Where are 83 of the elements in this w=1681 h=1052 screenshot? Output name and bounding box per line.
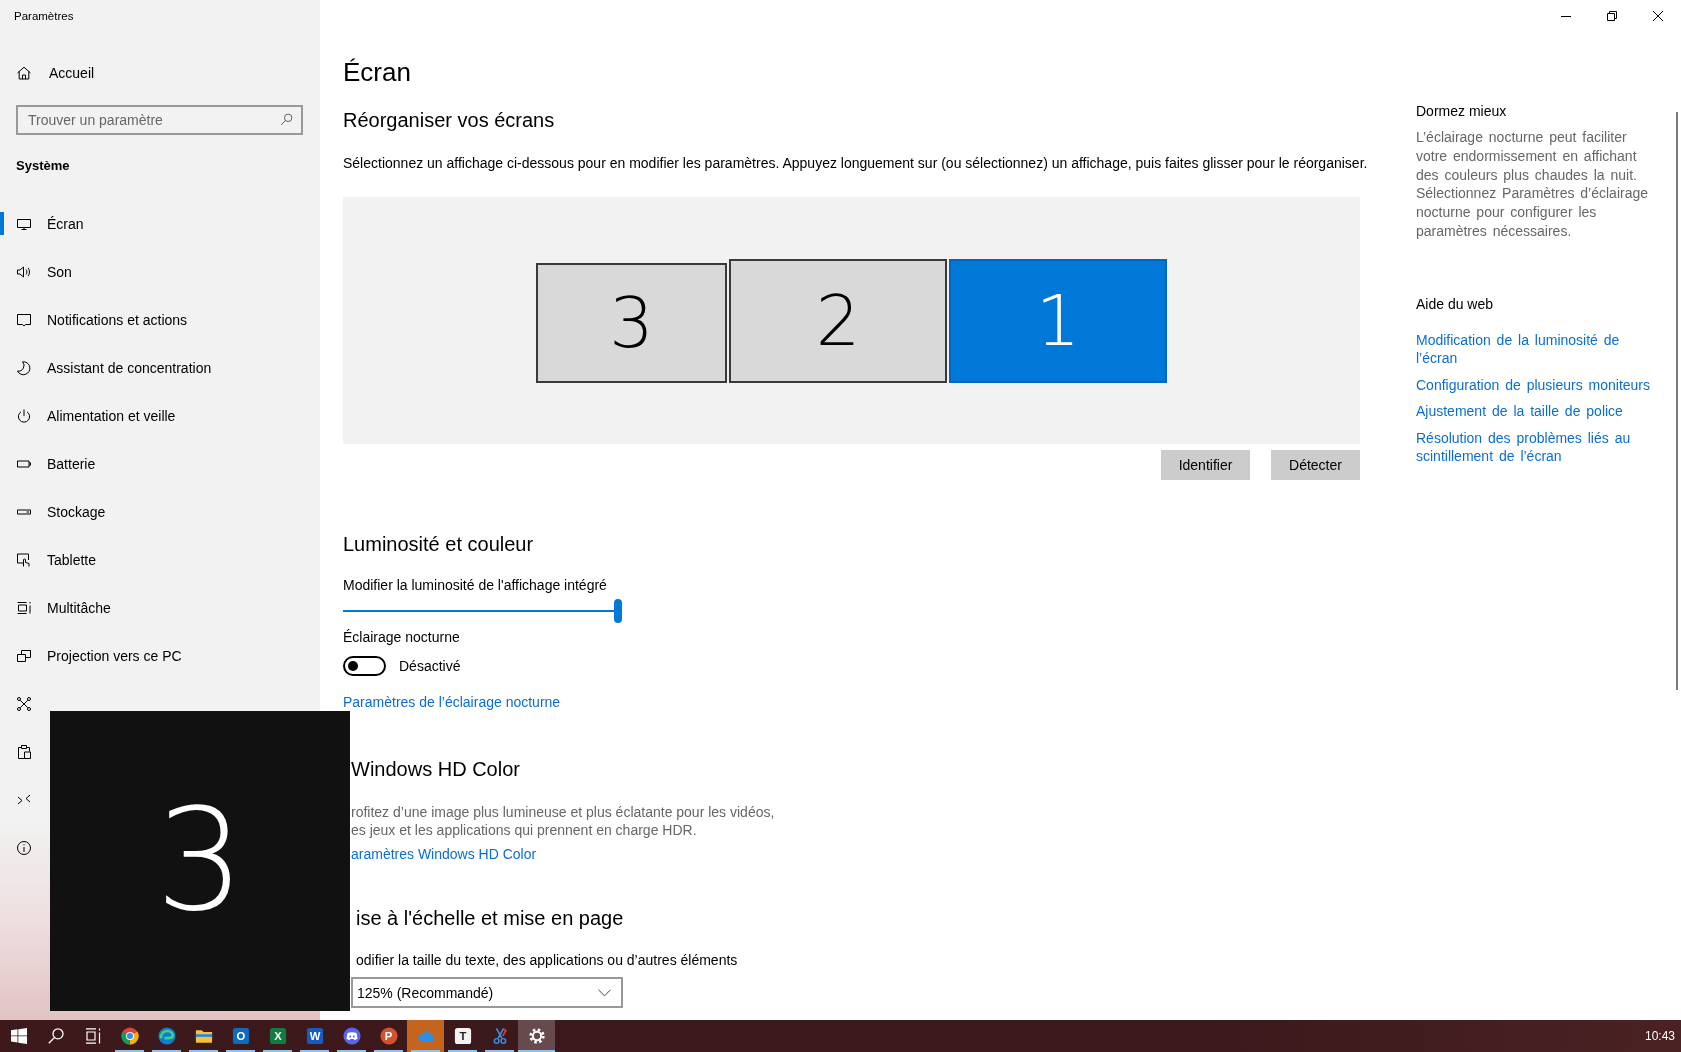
page-title: Écran — [343, 56, 411, 89]
search-icon — [47, 1028, 64, 1044]
dropdown-label: odifier la taille du texte, des applications ou d’autres éléments — [356, 951, 738, 970]
display-tile[interactable]: 2 — [729, 258, 947, 383]
wheel-logo-icon — [120, 1027, 139, 1045]
letter-tile-icon: X — [268, 1027, 287, 1045]
sidebar-item[interactable]: Son — [0, 248, 320, 296]
section-heading: ise à l'échelle et mise en page — [356, 906, 624, 931]
letter-tile-icon: W — [305, 1027, 324, 1045]
hd-color-settings-link[interactable]: aramètres Windows HD Color — [351, 844, 537, 864]
clipboard-icon — [16, 744, 32, 760]
sidebar-item[interactable]: Batterie — [0, 440, 320, 488]
taskbar-app-button[interactable]: W — [296, 1020, 333, 1052]
letter-tile-icon: T — [453, 1027, 472, 1045]
taskbar-app-button[interactable]: P — [370, 1020, 407, 1052]
letter-tile-icon: O — [231, 1027, 250, 1045]
windows-logo-icon — [10, 1028, 27, 1044]
sidebar-item[interactable]: Tablette — [0, 536, 320, 584]
display-tile[interactable]: 3 — [536, 262, 727, 383]
swirl-logo-icon — [157, 1027, 176, 1045]
taskbar-app-button[interactable]: T — [444, 1020, 481, 1052]
slider-thumb[interactable] — [614, 599, 622, 623]
window-title: Paramètres — [13, 9, 75, 24]
identify-button[interactable]: Identifier — [1161, 450, 1250, 480]
home-icon — [16, 65, 32, 81]
section-heading: Luminosité et couleur — [343, 532, 534, 557]
tip-text: L’éclairage nocturne peut faciliter votre endormissement en affichant des couleurs plus chaudes la nuit. Sélectionnez Paramètres d’éclairage nocturne pour configurer les paramètres nécessaires. — [1416, 128, 1649, 241]
taskbar-clock[interactable]: 10:43 — [1644, 1029, 1675, 1043]
speech-bubble-icon — [16, 312, 32, 328]
detect-button[interactable]: Détecter — [1271, 450, 1360, 480]
minimize-icon — [1561, 15, 1571, 17]
settings-icon — [527, 1027, 546, 1045]
description-text: es jeux et les applications qui prennent en charge HDR. — [351, 821, 697, 839]
section-heading: Système — [15, 157, 71, 175]
sidebar-item[interactable]: Projection vers ce PC — [0, 632, 320, 680]
help-link[interactable]: Configuration de plusieurs moniteurs — [1416, 375, 1650, 395]
description-text: rofitez d’une image plus lumineuse et plus éclatante pour les vidéos, — [351, 803, 775, 821]
scale-dropdown[interactable]: 125% (Recommandé) — [351, 977, 623, 1008]
restore-icon — [1607, 11, 1617, 21]
instruction-text: Sélectionnez un affichage ci-dessous pour en modifier les paramètres. Appuyez longuement sur (ou sélectionnez) un affichage, puis faites glisser pour le réorganiser. — [343, 154, 1368, 173]
sidebar-item[interactable]: Multitâche — [0, 584, 320, 632]
sidebar-item[interactable]: Écran — [0, 200, 320, 248]
search-icon[interactable] — [280, 113, 293, 126]
help-heading: Aide du web — [1416, 294, 1494, 314]
slider-label: Modifier la luminosité de l'affichage intégré — [343, 576, 607, 595]
night-light-settings-link[interactable]: Paramètres de l’éclairage nocturne — [343, 692, 561, 712]
help-link[interactable]: Ajustement de la taille de police — [1416, 402, 1623, 421]
tip-heading: Dormez mieux — [1416, 102, 1507, 121]
task-view-icon — [84, 1028, 101, 1044]
taskbar-app-button[interactable] — [518, 1020, 555, 1052]
home-link[interactable]: Accueil — [0, 49, 320, 97]
sidebar-item[interactable]: Notifications et actions — [0, 296, 320, 344]
sidebar-item[interactable]: Alimentation et veille — [0, 392, 320, 440]
section-heading: Windows HD Color — [351, 757, 520, 782]
network-nodes-icon — [16, 696, 32, 712]
tablet-touch-icon — [16, 552, 32, 568]
close-icon — [1653, 11, 1663, 21]
power-icon — [16, 408, 32, 424]
window-stack-icon — [16, 600, 32, 616]
search-field[interactable]: Trouver un paramètre — [16, 105, 303, 135]
toggle-state-label: Désactivé — [399, 657, 461, 676]
speaker-icon — [16, 264, 32, 280]
moon-icon — [16, 360, 32, 376]
help-link[interactable]: Résolution des problèmes liés au scintillement de l’écran — [1416, 428, 1663, 466]
monitor-icon — [16, 216, 32, 232]
sidebar-item[interactable]: Stockage — [0, 488, 320, 536]
taskbar-app-button[interactable]: O — [222, 1020, 259, 1052]
chevron-down-icon — [598, 988, 611, 997]
letter-disc-icon: P — [379, 1027, 398, 1045]
toggle-label: Éclairage nocturne — [343, 628, 460, 647]
night-light-toggle[interactable] — [343, 656, 386, 676]
two-screens-icon — [16, 648, 32, 664]
folder-icon — [194, 1027, 213, 1045]
display-tile[interactable]: 1 — [949, 258, 1167, 383]
sidebar-item[interactable]: Assistant de concentration — [0, 344, 320, 392]
taskbar-app-button[interactable]: X — [259, 1020, 296, 1052]
cloud-icon — [416, 1030, 435, 1042]
help-link[interactable]: Modification de la luminosité de l’écran — [1416, 330, 1663, 368]
display-number-overlay: 3 — [50, 711, 350, 1011]
section-heading: Réorganiser vos écrans — [343, 108, 555, 133]
scrollbar[interactable] — [1676, 112, 1678, 690]
info-icon — [16, 840, 32, 856]
game-controller-icon — [342, 1027, 361, 1045]
